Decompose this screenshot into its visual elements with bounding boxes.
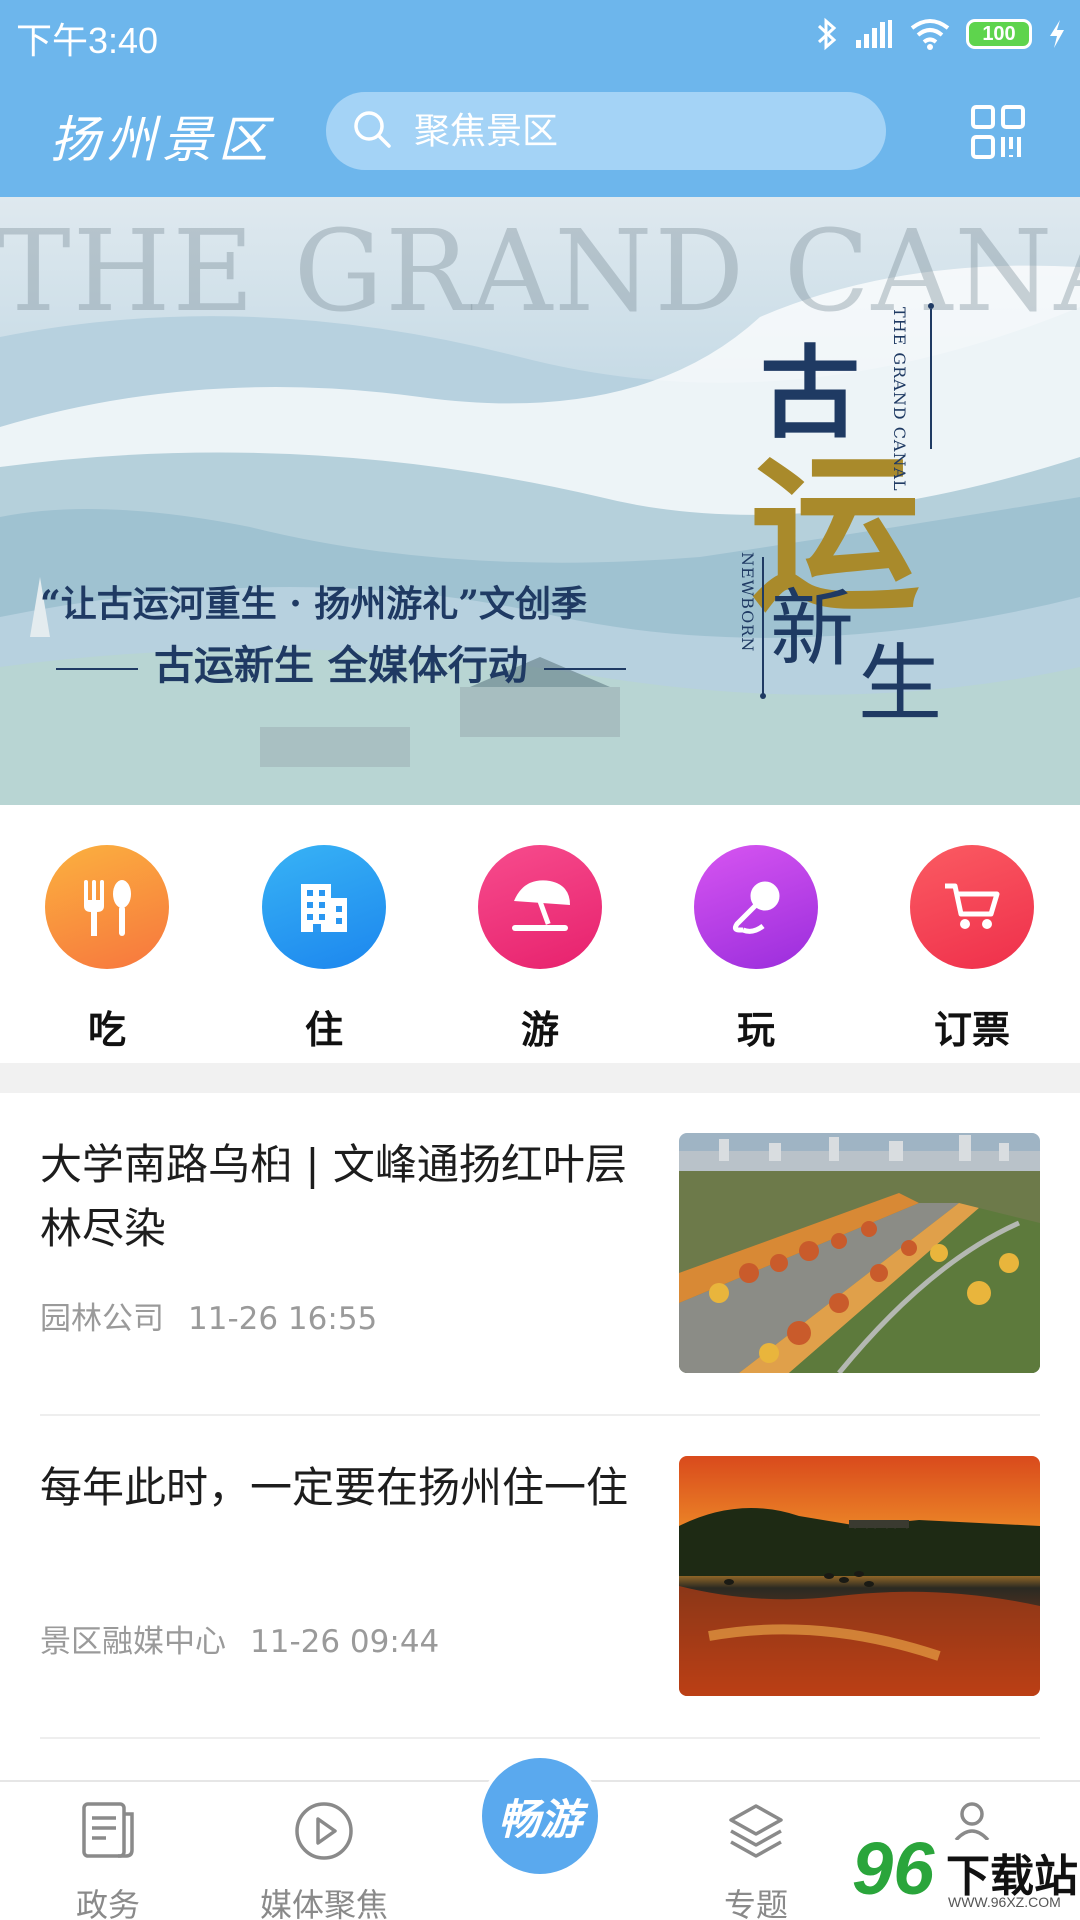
news-title[interactable]: 每年此时，一定要在扬州住一住 (40, 1456, 640, 1520)
category-label: 吃 (87, 1008, 126, 1052)
news-source: 景区融媒中心 (40, 1624, 226, 1660)
beach-umbrella-icon (478, 845, 602, 969)
nav-item-government[interactable]: 政务 (8, 1800, 208, 1920)
nav-label: 媒体聚焦 (259, 1886, 388, 1920)
calligraphy-sheng: 生 (858, 635, 943, 733)
category-label: 住 (304, 1008, 343, 1052)
document-icon (78, 1800, 138, 1866)
nav-item-media[interactable]: 媒体聚焦 (224, 1800, 424, 1920)
nav-label: 专题 (723, 1886, 788, 1920)
item-divider (40, 1737, 1040, 1739)
search-bar[interactable] (326, 92, 886, 170)
signal-icon (854, 18, 894, 50)
news-item[interactable]: 大学南路乌桕 | 文峰通扬红叶层林尽染 园林公司 11-26 16:55 (0, 1093, 1080, 1416)
section-divider (0, 1063, 1080, 1093)
banner-line-2-text: 古运新生 全媒体行动 (154, 642, 528, 689)
nav-item-topics[interactable]: 专题 (656, 1800, 856, 1920)
news-thumbnail[interactable] (679, 1133, 1040, 1373)
building-icon (262, 845, 386, 969)
fork-spoon-icon (45, 845, 169, 969)
news-source: 园林公司 (40, 1301, 164, 1337)
category-row: 吃 住 游 玩 订票 (0, 805, 1080, 1063)
search-input[interactable] (414, 110, 834, 152)
center-tour-icon[interactable]: 畅游 (478, 1754, 602, 1878)
charging-icon (1048, 18, 1066, 50)
wifi-icon (910, 18, 950, 50)
category-travel[interactable]: 游 (470, 845, 610, 1054)
news-title[interactable]: 大学南路乌桕 | 文峰通扬红叶层林尽染 (40, 1133, 640, 1261)
nav-label: 政务 (75, 1886, 140, 1920)
layers-icon (725, 1800, 787, 1866)
vertical-en-grand-canal: THE GRAND CANAL (890, 307, 909, 492)
status-icons: 100 (816, 14, 1066, 54)
battery-indicator: 100 (966, 19, 1032, 49)
news-meta: 景区融媒中心 11-26 09:44 (40, 1616, 439, 1661)
news-meta: 园林公司 11-26 16:55 (40, 1293, 377, 1338)
play-circle-icon (293, 1800, 355, 1866)
vertical-dot-2 (760, 693, 766, 699)
microphone-icon (694, 845, 818, 969)
category-eat[interactable]: 吃 (37, 845, 177, 1054)
banner-bg-title: THE GRAND CANAL (0, 207, 1080, 337)
banner-line-1: “让古运河重生 · 扬州游礼”文创季 (40, 583, 588, 625)
vertical-dot-1 (928, 303, 934, 309)
search-icon (352, 109, 392, 153)
category-label: 订票 (933, 1008, 1010, 1052)
cart-icon (910, 845, 1034, 969)
promo-banner[interactable]: THE GRAND CANAL “让古运河重生 · 扬州游礼”文创季 古运新生 … (0, 197, 1080, 805)
calligraphy-xin: 新 (770, 580, 855, 678)
category-label: 玩 (736, 1008, 775, 1052)
category-play[interactable]: 玩 (686, 845, 826, 1054)
news-thumbnail[interactable] (679, 1456, 1040, 1696)
news-time: 11-26 16:55 (188, 1301, 378, 1337)
status-time: 下午3:40 (16, 20, 159, 61)
banner-line-2: 古运新生 全媒体行动 (40, 633, 642, 691)
vertical-rule-1 (930, 309, 932, 449)
site-watermark: 96 下载站 WWW.96XZ.COM (852, 1826, 1080, 1920)
app-header: 下午3:40 100 扬州景区 (0, 0, 1080, 197)
app-title: 扬州景区 (50, 111, 274, 169)
qr-code-icon[interactable] (970, 104, 1026, 160)
vertical-en-newborn: NEWBORN (738, 552, 757, 653)
bluetooth-icon (816, 16, 838, 52)
news-item[interactable]: 每年此时，一定要在扬州住一住 景区融媒中心 11-26 09:44 (0, 1416, 1080, 1739)
nav-center-label: 畅游 (497, 1794, 582, 1844)
watermark-url: WWW.96XZ.COM (948, 1894, 1061, 1910)
vertical-rule-2 (762, 557, 764, 697)
watermark-number: 96 (852, 1827, 935, 1910)
status-bar: 下午3:40 100 (0, 0, 1080, 70)
category-tickets[interactable]: 订票 (902, 845, 1042, 1054)
news-time: 11-26 09:44 (250, 1624, 440, 1660)
category-label: 游 (520, 1008, 559, 1052)
category-stay[interactable]: 住 (254, 845, 394, 1054)
